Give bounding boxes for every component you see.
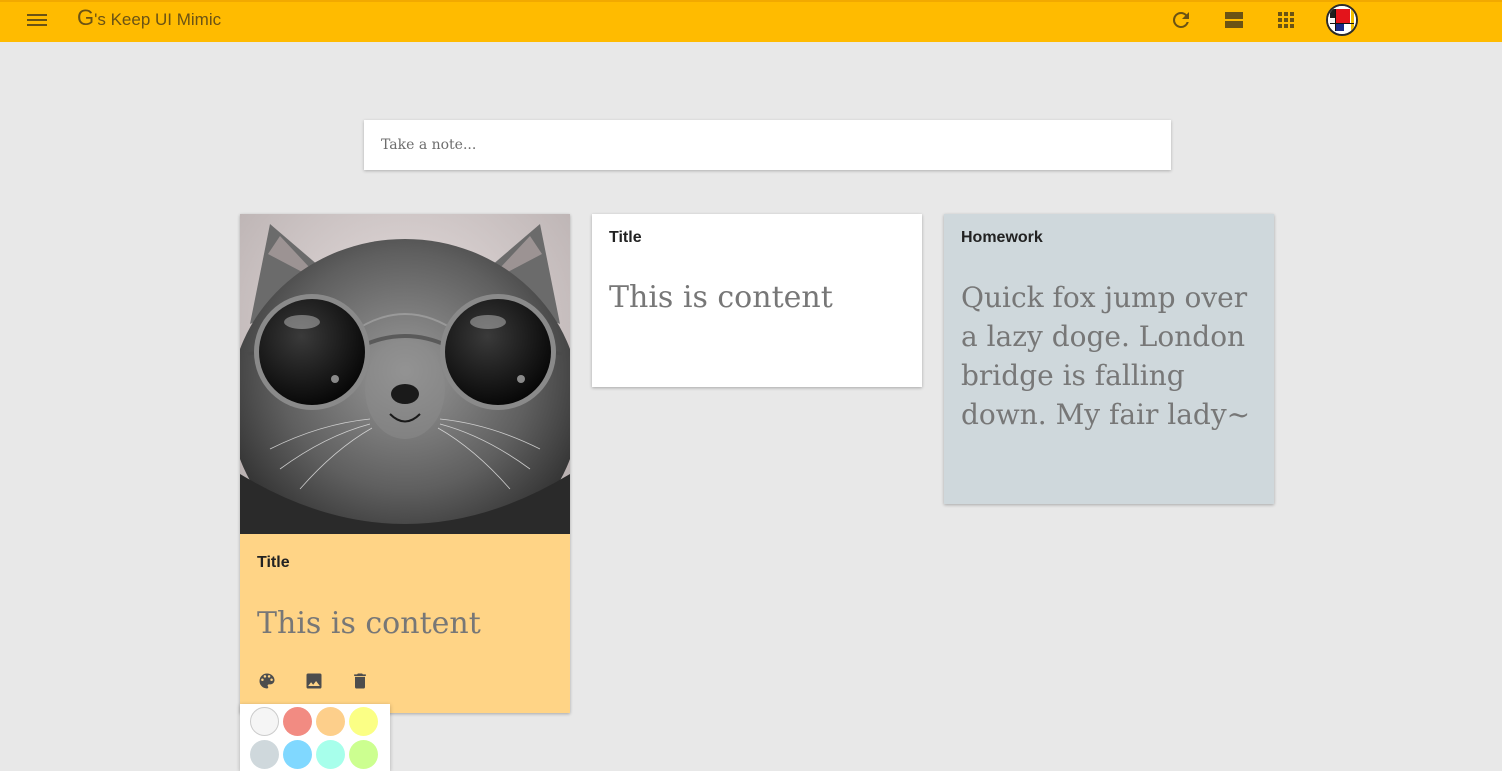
note-content: Quick fox jump over a lazy doge. London … [961, 281, 1251, 431]
image-icon [306, 673, 322, 689]
cat-sunglasses-image [240, 214, 570, 534]
note-content: This is content [609, 280, 833, 315]
swatch-red[interactable] [283, 707, 312, 736]
app-title: G's Keep UI Mimic [77, 5, 221, 31]
apps-grid-icon [1278, 12, 1294, 28]
refresh-icon [1173, 11, 1189, 28]
note-title: Title [257, 554, 290, 571]
swatch-green[interactable] [349, 740, 378, 769]
swatch-yellow[interactable] [349, 707, 378, 736]
app-title-rest: 's Keep UI Mimic [94, 10, 222, 29]
change-color-button[interactable] [257, 671, 277, 691]
menu-icon [27, 14, 47, 26]
refresh-button[interactable] [1169, 8, 1193, 32]
swatch-gray[interactable] [250, 740, 279, 769]
take-note-input[interactable] [364, 120, 1171, 170]
note-card-image[interactable]: Title This is content [240, 214, 570, 713]
app-header: G's Keep UI Mimic [0, 0, 1502, 42]
note-image [240, 214, 570, 534]
note-card[interactable]: Title This is content [592, 214, 922, 387]
swatch-orange[interactable] [316, 707, 345, 736]
swatch-blue[interactable] [283, 740, 312, 769]
list-view-icon [1225, 12, 1243, 28]
note-title: Homework [961, 229, 1043, 246]
app-title-letter: G [77, 5, 95, 30]
palette-icon [259, 673, 275, 689]
color-palette [240, 704, 390, 771]
avatar-image [1328, 6, 1356, 34]
note-content: This is content [257, 606, 481, 641]
menu-button[interactable] [26, 10, 48, 30]
note-card[interactable]: Homework Quick fox jump over a lazy doge… [944, 214, 1274, 504]
swatch-teal[interactable] [316, 740, 345, 769]
add-image-button[interactable] [304, 671, 324, 691]
apps-button[interactable] [1274, 8, 1298, 32]
take-note-box[interactable] [364, 120, 1171, 170]
list-view-button[interactable] [1222, 8, 1246, 32]
delete-note-button[interactable] [350, 671, 370, 691]
avatar[interactable] [1326, 4, 1358, 36]
trash-icon [354, 673, 366, 689]
swatch-default[interactable] [250, 707, 279, 736]
note-title: Title [609, 229, 642, 246]
